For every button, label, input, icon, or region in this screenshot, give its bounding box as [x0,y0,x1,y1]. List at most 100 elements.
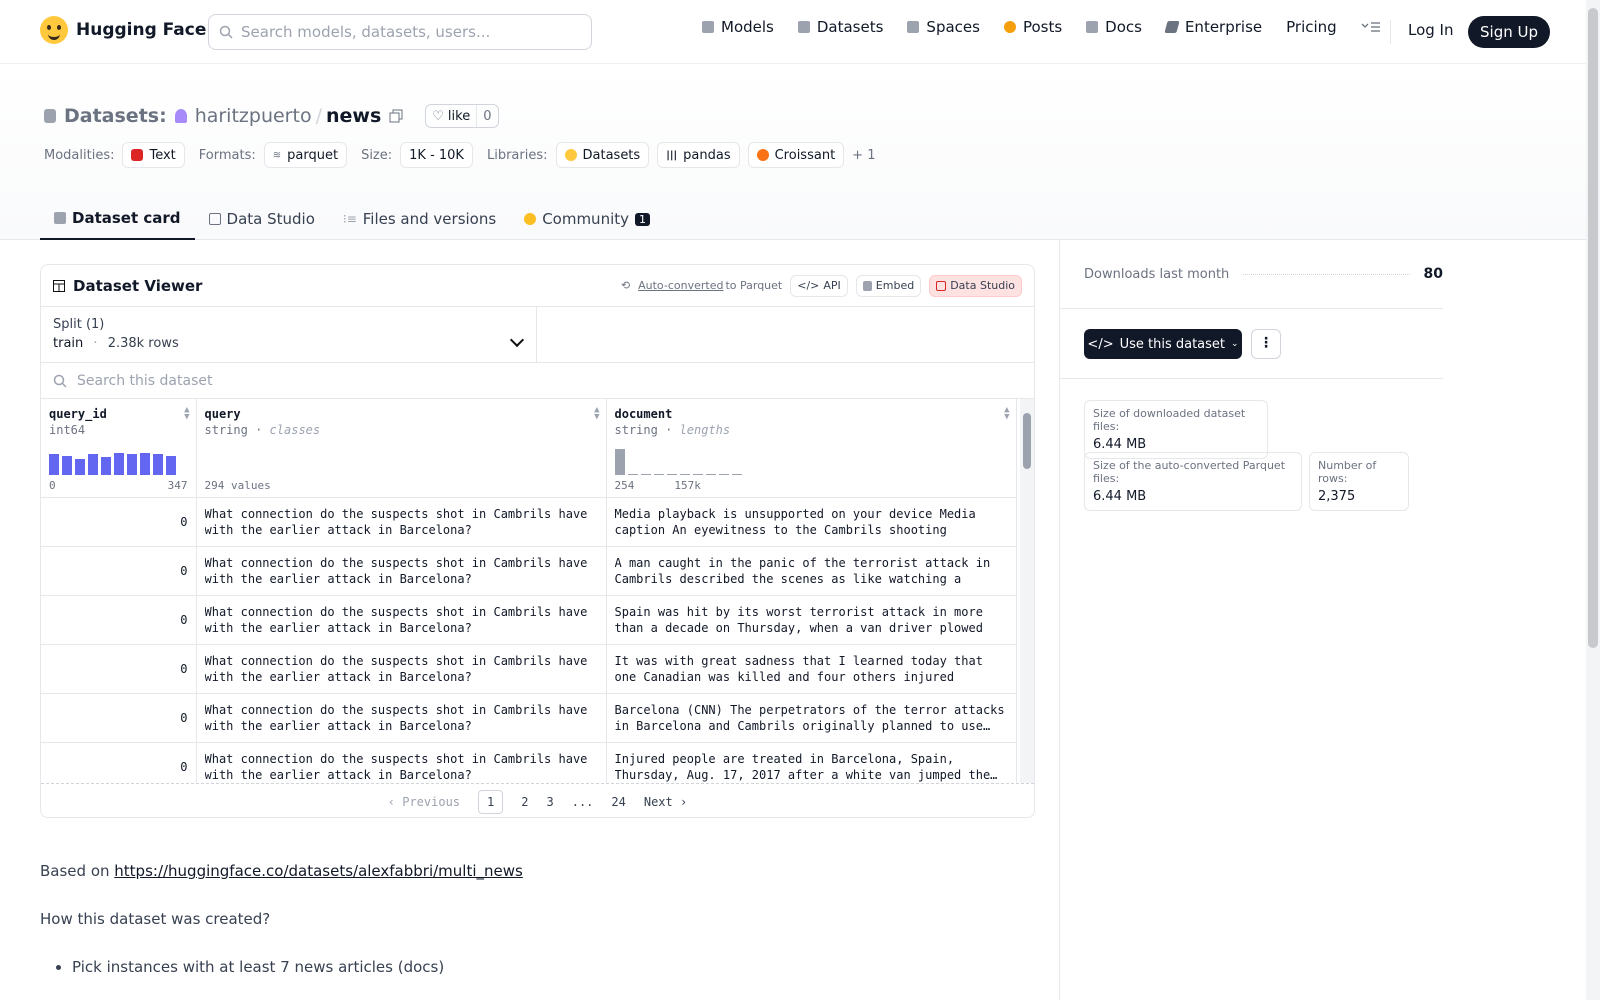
cell-query[interactable]: What connection do the suspects shot in … [196,497,607,547]
histogram-bar[interactable] [88,454,98,475]
cell-query[interactable]: What connection do the suspects shot in … [196,595,607,645]
cell-query[interactable]: What connection do the suspects shot in … [196,644,607,694]
nav-spaces[interactable]: Spaces [907,18,980,36]
nav-datasets[interactable]: Datasets [797,18,883,36]
cell-query-id[interactable]: 0 [41,595,197,645]
search-input[interactable]: Search models, datasets, users... [208,14,592,50]
cell-document[interactable]: Media playback is unsupported on your de… [606,497,1017,547]
top-navigation: Hugging Face Search models, datasets, us… [0,0,1586,64]
histogram-bar[interactable] [679,474,690,475]
downloads-sparkline [1243,273,1410,275]
embed-button[interactable]: Embed [855,274,922,297]
histogram-bar[interactable] [627,473,638,475]
table-row[interactable]: 0 What connection do the suspects shot in… [41,742,1017,783]
pagination-page-3[interactable]: 3 [546,795,553,809]
cell-query-id[interactable]: 0 [41,644,197,694]
histogram-bar[interactable] [166,455,176,475]
histogram-bar[interactable] [666,473,677,475]
tag-library-croissant[interactable]: Croissant [747,142,845,168]
tag-library-pandas[interactable]: ||| pandas [657,142,740,168]
page-scrollbar[interactable] [1586,0,1600,1000]
pagination-next[interactable]: Next › [644,795,687,809]
like-button[interactable]: ♡ like 0 [425,104,499,128]
histogram-bar[interactable] [127,454,137,475]
cell-query-id[interactable]: 0 [41,742,197,783]
histogram-bar[interactable] [153,454,163,475]
histogram-bar[interactable] [653,473,664,475]
column-header-document[interactable]: document string · lengths 254 157k ▲ ▼ [606,399,1017,498]
histogram-bar[interactable] [640,473,651,475]
histogram-bar[interactable] [140,452,150,475]
pagination-page-24[interactable]: 24 [611,795,625,809]
signup-button[interactable]: Sign Up [1468,16,1550,48]
histogram-bar[interactable] [705,474,716,475]
login-link[interactable]: Log In [1408,21,1454,39]
histogram-bar[interactable] [692,474,703,475]
table-row[interactable]: 0 What connection do the suspects shot in… [41,693,1017,743]
nav-posts[interactable]: Posts [1003,18,1062,36]
table-row[interactable]: 0 What connection do the suspects shot in… [41,497,1017,547]
tag-modality-text[interactable]: Text [122,142,185,168]
pagination-page-1[interactable]: 1 [478,789,504,814]
section-label[interactable]: Datasets: [64,105,167,127]
histogram-bar[interactable] [75,459,85,475]
nav-more[interactable] [1361,21,1381,33]
tab-files-and-versions[interactable]: ⁝≡ Files and versions [329,198,510,240]
use-this-dataset-button[interactable]: </> Use this dataset ⌄ [1084,329,1242,359]
tab-dataset-card[interactable]: Dataset card [40,198,195,240]
histogram-bar[interactable] [731,473,742,475]
cell-document[interactable]: Injured people are treated in Barcelona,… [606,742,1017,783]
nav-models[interactable]: Models [702,18,774,36]
axis-min: 254 [614,479,635,492]
tag-library-datasets[interactable]: Datasets [555,142,650,168]
histogram-bar[interactable] [718,474,729,475]
copy-icon[interactable] [389,109,403,123]
table-row[interactable]: 0 What connection do the suspects shot in… [41,546,1017,596]
tag-libraries-more[interactable]: + 1 [852,148,875,163]
tab-community[interactable]: Community 1 [510,198,664,240]
sort-icon[interactable]: ▲ ▼ [184,406,189,422]
tag-format-parquet[interactable]: ≋ parquet [263,142,348,168]
cell-query[interactable]: What connection do the suspects shot in … [196,546,607,596]
data-studio-button[interactable]: Data Studio [929,274,1022,297]
dataset-search-input[interactable]: Search this dataset [41,363,1034,399]
histogram-bar[interactable] [62,455,72,475]
cell-query[interactable]: What connection do the suspects shot in … [196,693,607,743]
pagination-previous[interactable]: ‹ Previous [388,795,460,809]
histogram-bar[interactable] [114,452,124,475]
brand-logo[interactable]: Hugging Face [40,16,206,44]
histogram-bar[interactable] [614,449,625,475]
cell-query-id[interactable]: 0 [41,497,197,547]
repo-owner[interactable]: haritzpuerto [195,105,312,127]
cell-query-id[interactable]: 0 [41,693,197,743]
nav-docs[interactable]: Docs [1086,18,1142,36]
tab-data-studio[interactable]: Data Studio [195,198,329,240]
histogram-bar[interactable] [49,454,59,475]
nav-enterprise[interactable]: Enterprise [1164,18,1262,36]
api-button[interactable]: </> API [790,274,848,297]
nav-pricing[interactable]: Pricing [1286,18,1337,36]
split-selector[interactable]: Split (1) train · 2.38k rows [41,307,537,362]
histogram-bar[interactable] [101,456,111,475]
cell-document[interactable]: It was with great sadness that I learned… [606,644,1017,694]
repo-name[interactable]: news [326,105,381,127]
cell-query-id[interactable]: 0 [41,546,197,596]
sort-icon[interactable]: ▲ ▼ [594,406,599,422]
page-scrollbar-thumb[interactable] [1588,8,1598,648]
sort-icon[interactable]: ▲ ▼ [1004,406,1009,422]
more-options-button[interactable]: ⋮ [1251,329,1281,359]
column-header-query[interactable]: query string · classes 294 values ▲ ▼ [196,399,607,498]
cell-document[interactable]: Barcelona (CNN) The perpetrators of the … [606,693,1017,743]
tag-size[interactable]: 1K - 10K [400,142,473,168]
cell-document[interactable]: A man caught in the panic of the terrori… [606,546,1017,596]
auto-converted-link[interactable]: Auto-converted [638,279,723,292]
cell-query[interactable]: What connection do the suspects shot in … [196,742,607,783]
table-scrollbar[interactable] [1020,399,1034,783]
table-row[interactable]: 0 What connection do the suspects shot in… [41,595,1017,645]
table-row[interactable]: 0 What connection do the suspects shot in… [41,644,1017,694]
scrollbar-thumb[interactable] [1023,413,1031,469]
cell-document[interactable]: Spain was hit by its worst terrorist att… [606,595,1017,645]
pagination-page-2[interactable]: 2 [521,795,528,809]
source-link[interactable]: https://huggingface.co/datasets/alexfabb… [114,862,523,880]
column-header-query-id[interactable]: query_id int64 0 347 ▲ ▼ [41,399,197,498]
